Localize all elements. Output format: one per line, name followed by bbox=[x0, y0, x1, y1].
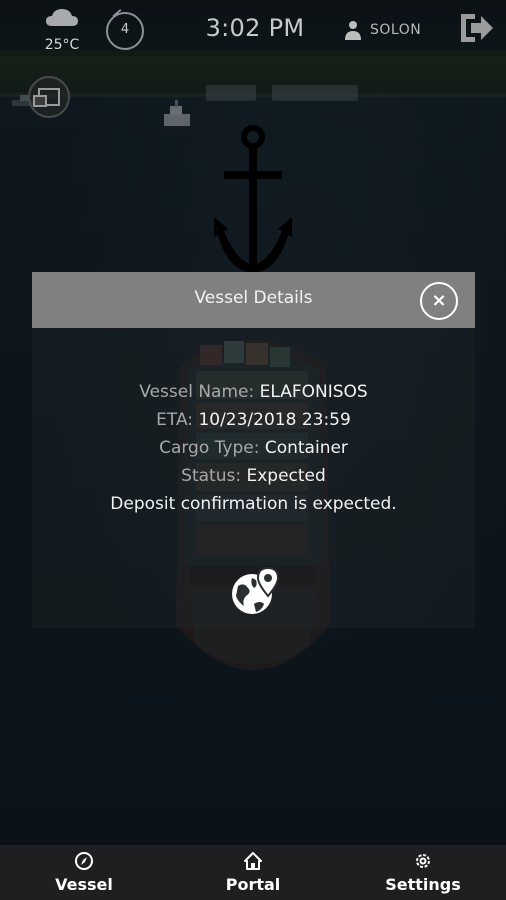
cargo-type-row: Cargo Type: Container bbox=[32, 434, 475, 462]
bottom-navigation: Vessel Portal Settings bbox=[0, 845, 506, 900]
nav-settings[interactable]: Settings bbox=[378, 851, 468, 897]
cloud-icon bbox=[46, 9, 78, 26]
gear-icon bbox=[416, 854, 430, 868]
user-info[interactable]: SOLON bbox=[344, 18, 421, 42]
vessel-name-row: Vessel Name: ELAFONISOS bbox=[32, 378, 475, 406]
anchor-icon bbox=[214, 125, 292, 273]
home-icon bbox=[244, 852, 262, 870]
temperature-label: 25°C bbox=[44, 37, 80, 53]
nav-portal[interactable]: Portal bbox=[213, 851, 293, 897]
status-row: Status: Expected bbox=[32, 462, 475, 490]
compass-needle bbox=[112, 9, 122, 17]
field-label: Vessel Name: bbox=[139, 382, 255, 402]
close-icon: × bbox=[431, 290, 447, 311]
map-view-button[interactable] bbox=[28, 76, 70, 118]
vessel-details-dialog: Vessel Details × Vessel Name: ELAFONISOS… bbox=[32, 272, 475, 628]
compass-value: 4 bbox=[120, 22, 130, 37]
clock-time: 3:02 PM bbox=[205, 14, 305, 42]
person-icon bbox=[345, 21, 361, 40]
nav-settings-label: Settings bbox=[385, 875, 461, 894]
globe-location-icon[interactable] bbox=[228, 566, 280, 618]
vessel-name-value: ELAFONISOS bbox=[259, 382, 368, 402]
nav-vessel-label: Vessel bbox=[55, 875, 113, 894]
deposit-note: Deposit confirmation is expected. bbox=[110, 494, 397, 514]
vessel-info-list: Vessel Name: ELAFONISOS ETA: 10/23/2018 … bbox=[32, 378, 475, 518]
map-toggle-icon bbox=[33, 88, 60, 107]
cargo-type-value: Container bbox=[264, 438, 348, 458]
status-value: Expected bbox=[246, 466, 326, 486]
compass-icon bbox=[75, 852, 93, 870]
logout-arrow-icon[interactable] bbox=[457, 10, 495, 46]
field-label: Status: bbox=[181, 466, 242, 486]
field-label: Cargo Type: bbox=[159, 438, 260, 458]
close-button[interactable]: × bbox=[420, 282, 458, 320]
dialog-header: Vessel Details × bbox=[32, 272, 475, 328]
compass-indicator: 4 bbox=[106, 9, 144, 50]
nav-vessel[interactable]: Vessel bbox=[44, 851, 124, 897]
dialog-body: Vessel Name: ELAFONISOS ETA: 10/23/2018 … bbox=[32, 328, 475, 628]
username-label: SOLON bbox=[370, 22, 422, 38]
field-label: ETA: bbox=[156, 410, 194, 430]
weather-widget: 25°C bbox=[40, 4, 84, 54]
eta-value: 10/23/2018 23:59 bbox=[198, 410, 351, 430]
status-bar: 25°C 4 3:02 PM SOLON bbox=[0, 0, 506, 56]
eta-row: ETA: 10/23/2018 23:59 bbox=[32, 406, 475, 434]
dialog-title: Vessel Details bbox=[194, 288, 313, 308]
nav-portal-label: Portal bbox=[225, 875, 281, 894]
